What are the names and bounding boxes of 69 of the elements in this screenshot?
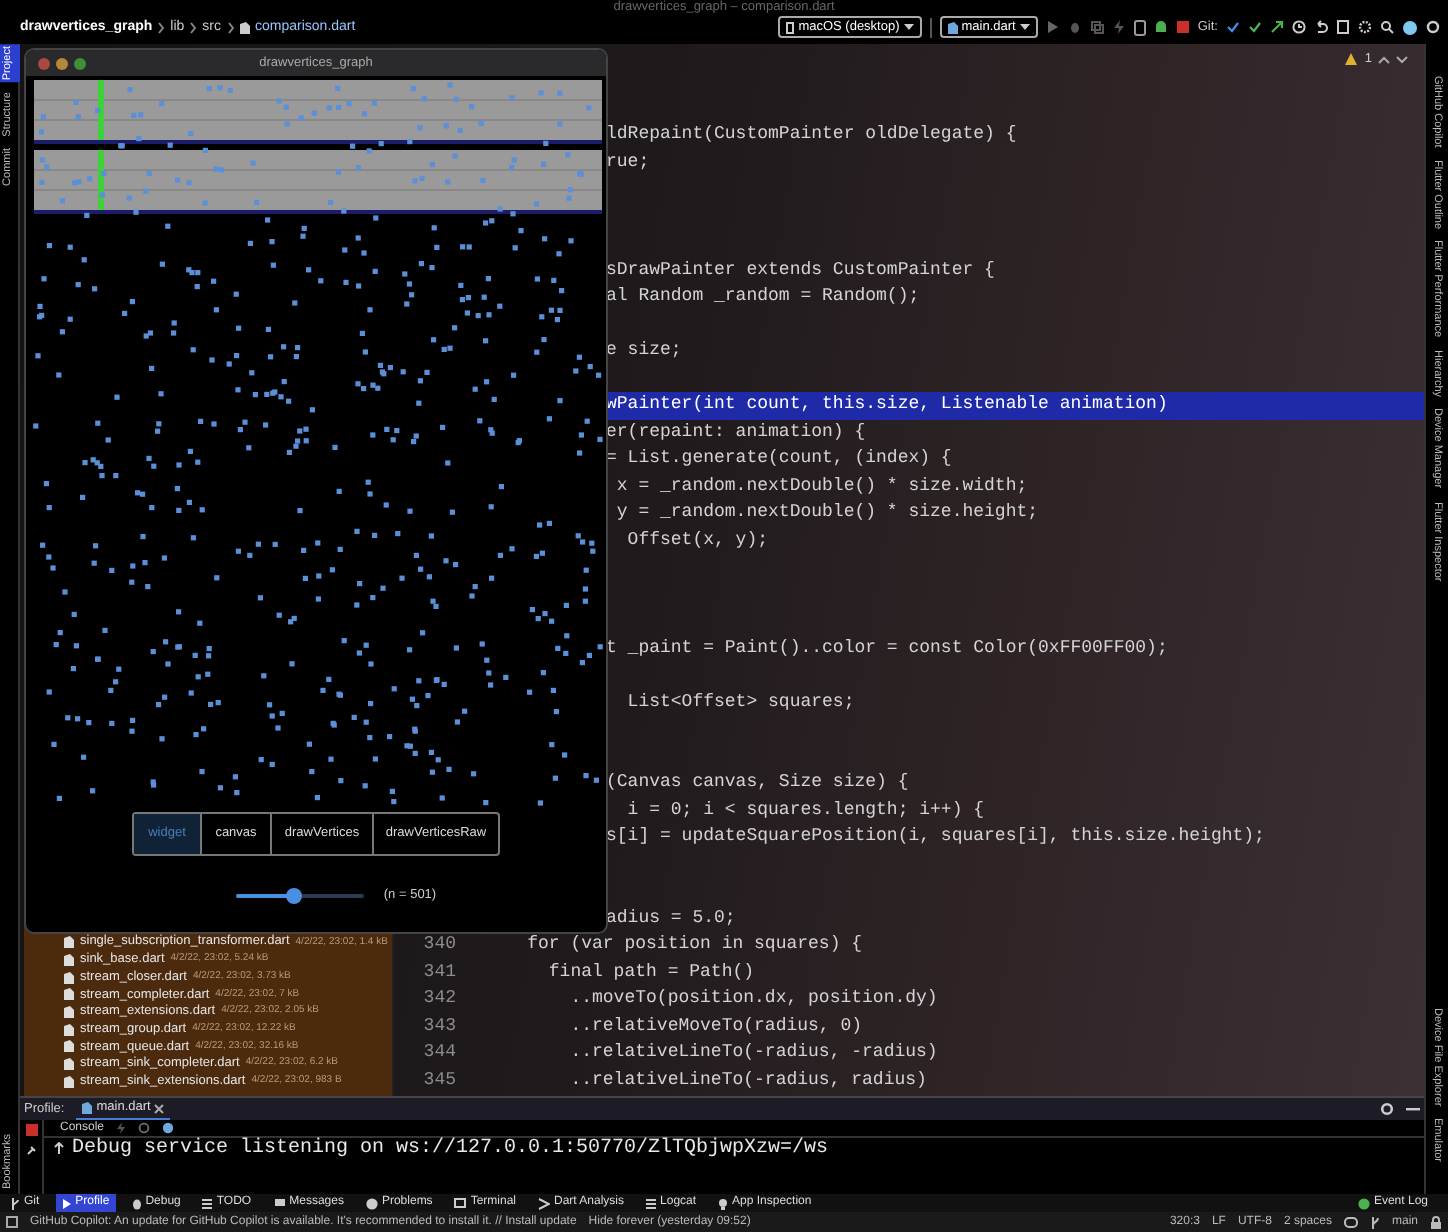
arrow-up-icon[interactable] — [53, 1142, 63, 1154]
code-line: ..relativeLineTo(-radius, -radius) — [568, 1040, 938, 1066]
dart-file-icon — [947, 21, 958, 33]
checklist-icon — [202, 1197, 213, 1209]
close-button[interactable] — [38, 57, 50, 69]
code-line: final path = Path() — [546, 959, 755, 985]
code-line: al Random _random = Random(); — [606, 284, 922, 310]
code-line: rue; — [606, 149, 652, 175]
console-output: Debug service listening on ws://127.0.0.1:50770/ZlTQbjwpXzw=/ws — [72, 1138, 829, 1162]
square-icon[interactable] — [6, 1216, 18, 1228]
phone-icon — [786, 21, 795, 33]
code-line: Offset(x, y); — [625, 527, 771, 553]
branch-icon — [10, 1197, 20, 1209]
clock-icon[interactable] — [1292, 20, 1306, 34]
line-number: 344 — [421, 1040, 456, 1066]
line-number: 340 — [421, 932, 456, 958]
caret-icon — [903, 24, 914, 30]
minimize-icon[interactable] — [1406, 1107, 1420, 1111]
chevron-down-icon[interactable] — [1396, 55, 1408, 64]
pin-icon[interactable] — [25, 1144, 37, 1156]
lightning-icon[interactable] — [1111, 20, 1126, 34]
code-line: x = _random.nextDouble() * size.width; — [614, 473, 1030, 499]
slider-track[interactable] — [235, 893, 364, 898]
code-line: for (var position in squares) { — [525, 932, 863, 958]
run-icon[interactable] — [1045, 20, 1060, 34]
code-line: ldRepaint(CustomPainter oldDelegate) { — [606, 122, 1019, 148]
code-line: sDrawPainter extends CustomPainter { — [606, 257, 997, 283]
code-line: i = 0; i < squares.length; i++) { — [625, 797, 987, 823]
play-icon — [61, 1197, 72, 1209]
code-line: ..relativeMoveTo(radius, 0) — [568, 1013, 863, 1039]
dart-file-icon — [239, 22, 250, 35]
search-icon[interactable] — [1380, 20, 1394, 34]
caret-icon — [1019, 24, 1030, 30]
code-line: s[i] = updateSquarePosition(i, squares[i], this.size.height); — [606, 824, 1267, 850]
minimize-button[interactable] — [56, 57, 68, 69]
stack-icon[interactable] — [1089, 20, 1104, 34]
close-icon[interactable] — [154, 1103, 165, 1113]
line-number: 345 — [421, 1067, 456, 1093]
branch-icon — [1369, 1215, 1380, 1229]
arrow-icon[interactable] — [1270, 20, 1284, 34]
code-line: y = _random.nextDouble() * size.height; — [614, 500, 1041, 526]
phone-icon[interactable] — [1133, 19, 1146, 35]
code-line: ..moveTo(position.dx, position.dy) — [568, 986, 938, 1012]
lock-icon — [1430, 1215, 1442, 1229]
line-number: 342 — [421, 986, 456, 1012]
code-line: adius = 5.0; — [606, 905, 738, 931]
undo-icon[interactable] — [1314, 20, 1328, 34]
terminal-icon — [454, 1198, 467, 1208]
line-number: 341 — [421, 959, 456, 985]
code-line: t _paint = Paint()..color = const Color(0xFF00FF00); — [606, 635, 1170, 661]
line-number: 343 — [421, 1013, 456, 1039]
chevron-up-icon[interactable] — [1378, 55, 1390, 64]
chevron-right-icon — [227, 22, 234, 35]
document-icon[interactable] — [1336, 20, 1350, 34]
code-line: List<Offset> squares; — [625, 689, 857, 715]
list-icon — [646, 1197, 657, 1209]
code-line: er(repaint: animation) { — [606, 419, 868, 445]
dart-file-icon — [82, 1102, 93, 1114]
slider-thumb[interactable] — [285, 887, 302, 904]
stop-icon[interactable] — [1175, 20, 1190, 34]
code-line: ..relativeLineTo(-radius, radius) — [568, 1067, 927, 1093]
chevron-right-icon — [158, 22, 165, 35]
bulb-icon — [718, 1197, 729, 1209]
warning-icon[interactable] — [1344, 52, 1359, 67]
chevron-right-icon — [190, 22, 197, 35]
zoom-button[interactable] — [74, 57, 86, 69]
code-line: (Canvas canvas, Size size) { — [606, 770, 911, 796]
stop-icon[interactable] — [25, 1124, 37, 1136]
lightning-icon[interactable] — [116, 1122, 127, 1134]
